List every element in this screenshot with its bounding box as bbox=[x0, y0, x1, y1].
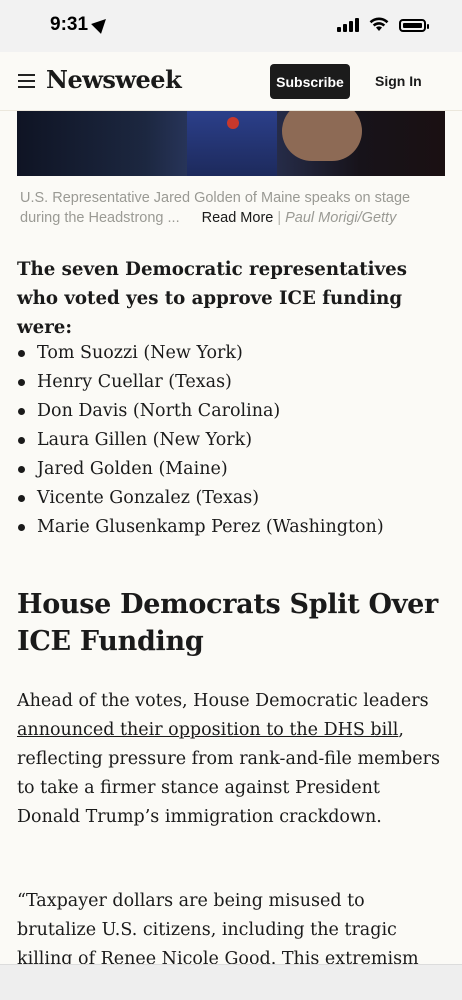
location-arrow-icon bbox=[91, 14, 111, 34]
section-heading: House Democrats Split Over ICE Funding bbox=[17, 589, 438, 657]
caption-line-2: during the Headstrong ... bbox=[20, 210, 180, 226]
list-item: Henry Cuellar (Texas) bbox=[17, 368, 447, 397]
browser-bottom-bar bbox=[0, 964, 462, 1000]
list-item: Laura Gillen (New York) bbox=[17, 426, 447, 455]
cellular-signal-icon bbox=[337, 18, 359, 32]
sign-in-link[interactable]: Sign In bbox=[375, 73, 422, 89]
site-logo[interactable]: Newsweek bbox=[46, 65, 182, 94]
read-more-link[interactable]: Read More bbox=[202, 210, 274, 226]
wifi-icon bbox=[369, 17, 389, 31]
list-item: Don Davis (North Carolina) bbox=[17, 397, 447, 426]
representatives-list: Tom Suozzi (New York) Henry Cuellar (Tex… bbox=[17, 339, 447, 542]
status-time: 9:31 bbox=[50, 14, 111, 36]
menu-icon[interactable] bbox=[18, 74, 35, 88]
status-bar: 9:31 bbox=[0, 0, 462, 52]
paragraph-1: Ahead of the votes, House Democratic lea… bbox=[17, 687, 447, 832]
paragraph-1-text-start: Ahead of the votes, House Democratic lea… bbox=[17, 691, 429, 711]
caption-line-1: U.S. Representative Jared Golden of Main… bbox=[20, 190, 411, 206]
list-item: Marie Glusenkamp Perez (Washington) bbox=[17, 513, 447, 542]
caption-separator: | bbox=[277, 210, 282, 226]
article-content: U.S. Representative Jared Golden of Main… bbox=[0, 111, 462, 964]
photo-credit: Paul Morigi/Getty bbox=[285, 210, 397, 226]
subscribe-button[interactable]: Subscribe bbox=[270, 64, 350, 99]
status-icons bbox=[337, 17, 429, 32]
list-item: Tom Suozzi (New York) bbox=[17, 339, 447, 368]
battery-icon bbox=[399, 19, 429, 32]
paragraph-2: “Taxpayer dollars are being misused to b… bbox=[17, 891, 419, 964]
image-caption: U.S. Representative Jared Golden of Main… bbox=[20, 188, 430, 228]
list-item: Vicente Gonzalez (Texas) bbox=[17, 484, 447, 513]
lead-paragraph: The seven Democratic representatives who… bbox=[17, 259, 407, 338]
site-header: Newsweek Subscribe Sign In bbox=[0, 52, 462, 111]
dhs-bill-link[interactable]: announced their opposition to the DHS bi… bbox=[17, 720, 398, 740]
article-hero-image bbox=[17, 111, 445, 176]
list-item: Jared Golden (Maine) bbox=[17, 455, 447, 484]
clock-text: 9:31 bbox=[50, 14, 89, 35]
